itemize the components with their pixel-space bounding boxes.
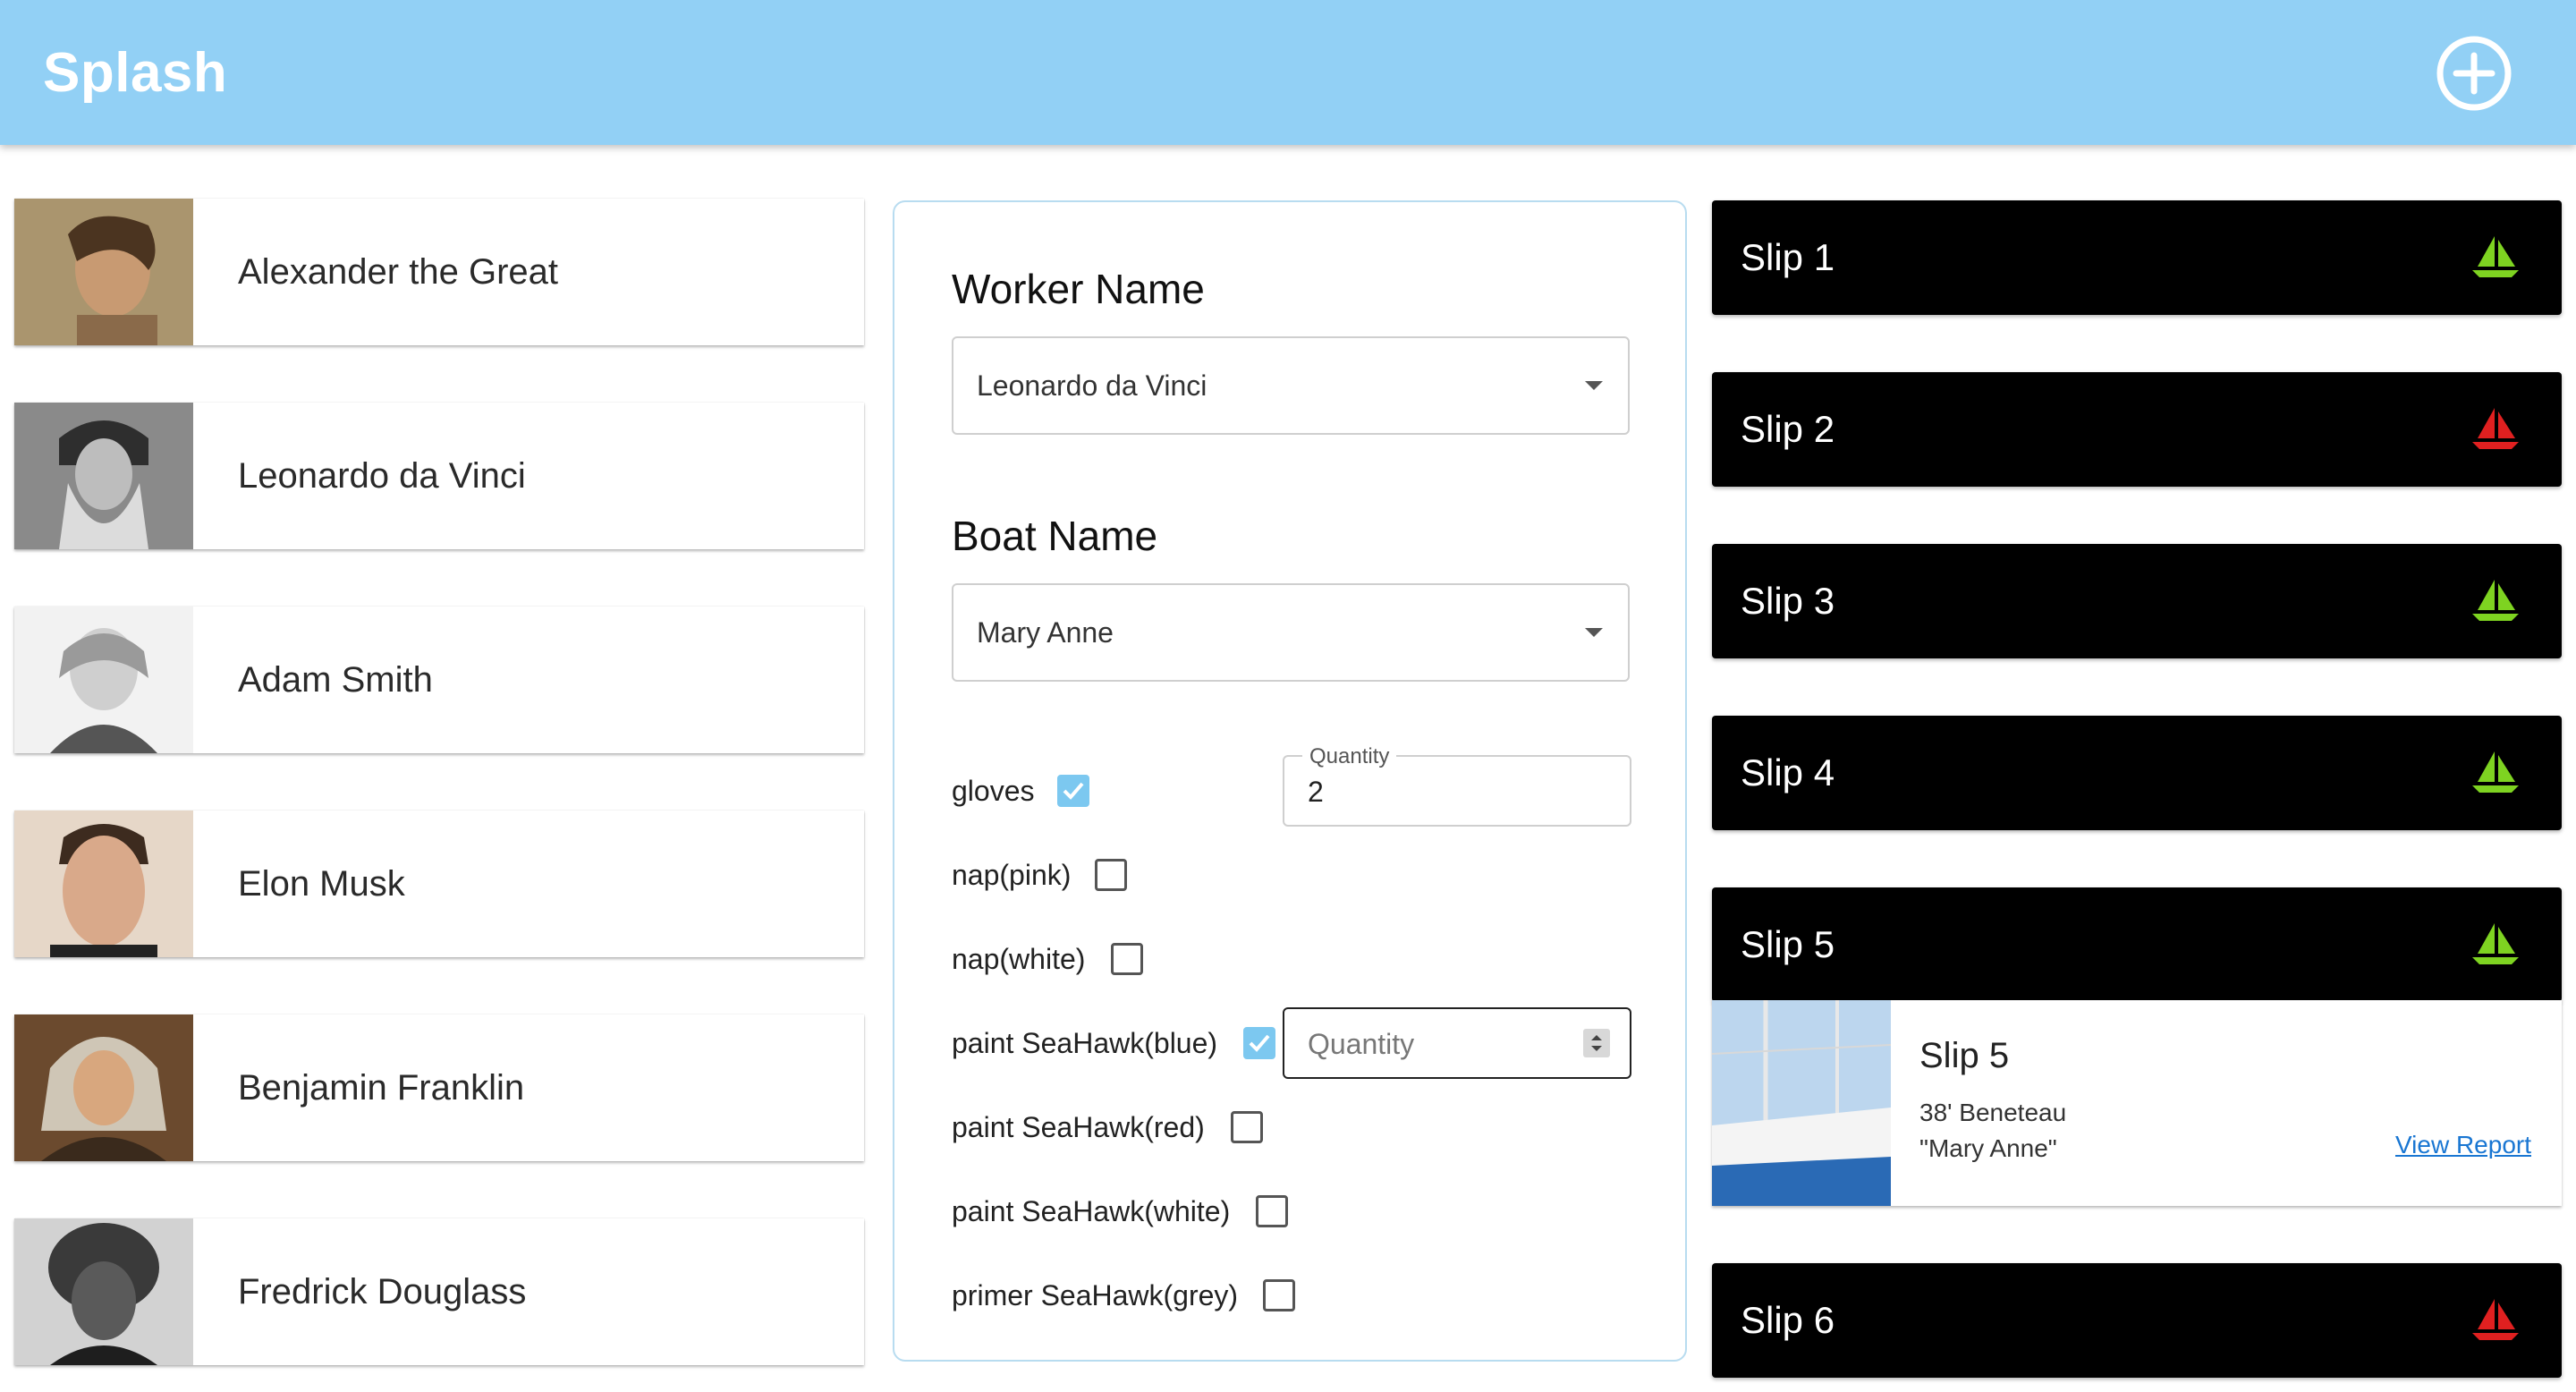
supply-label: primer SeaHawk(grey)	[952, 1279, 1239, 1311]
slip-detail-card: Slip 5 38' Beneteau "Mary Anne" View Rep…	[1712, 1000, 2562, 1206]
sailboat-icon	[2472, 408, 2519, 449]
view-report-link[interactable]: View Report	[2395, 1131, 2531, 1159]
app-title: Splash	[43, 42, 228, 104]
supply-checkbox[interactable]	[1256, 1195, 1288, 1227]
sailboat-icon	[2472, 751, 2519, 793]
slip-card[interactable]: Slip 5	[1712, 887, 2562, 1002]
boat-photo	[1712, 1000, 1891, 1206]
slip-card[interactable]: Slip 3	[1712, 544, 2562, 658]
supply-checkbox[interactable]	[1111, 943, 1143, 975]
supply-checkbox[interactable]	[1243, 1027, 1275, 1059]
worker-card[interactable]: Elon Musk	[14, 811, 864, 957]
supply-label: gloves	[952, 775, 1035, 807]
slip-card[interactable]: Slip 2	[1712, 372, 2562, 487]
slip-card[interactable]: Slip 6	[1712, 1263, 2562, 1378]
blue-paint-quantity-field[interactable]: Quantity	[1283, 1007, 1631, 1079]
stepper-arrows-icon	[1591, 1035, 1602, 1051]
worker-portrait	[14, 1218, 193, 1365]
boat-description: 38' Beneteau	[1919, 1099, 2067, 1126]
chevron-down-icon	[1585, 381, 1603, 390]
supply-label: paint SeaHawk(blue)	[952, 1027, 1218, 1059]
boat-name-label: Boat Name	[952, 513, 1158, 559]
app-bar: Splash	[0, 0, 2576, 145]
worker-name-select[interactable]: Leonardo da Vinci	[952, 336, 1630, 435]
supply-checkbox[interactable]	[1231, 1111, 1263, 1143]
quantity-placeholder: Quantity	[1308, 1028, 1415, 1060]
worker-name: Alexander the Great	[238, 252, 558, 292]
supply-checkbox[interactable]	[1057, 775, 1089, 807]
sailboat-icon	[2472, 580, 2519, 621]
worker-portrait	[14, 1014, 193, 1161]
check-icon	[1249, 1034, 1270, 1052]
gloves-quantity-field[interactable]: Quantity 2	[1283, 744, 1631, 827]
worker-card[interactable]: Fredrick Douglass	[14, 1218, 864, 1365]
supply-label: nap(pink)	[952, 859, 1072, 891]
worker-card[interactable]: Adam Smith	[14, 607, 864, 753]
supply-checkbox[interactable]	[1263, 1279, 1295, 1311]
slip-title: Slip 1	[1741, 236, 1835, 278]
sailboat-icon	[2472, 236, 2519, 277]
slip-title: Slip 3	[1741, 580, 1835, 622]
add-button[interactable]	[2435, 34, 2513, 113]
sailboat-icon	[2472, 1299, 2519, 1340]
slip-card[interactable]: Slip 4	[1712, 716, 2562, 830]
worker-portrait	[14, 607, 193, 753]
worker-card[interactable]: Alexander the Great	[14, 199, 864, 345]
worker-portrait	[14, 811, 193, 957]
quantity-stepper[interactable]	[1583, 1029, 1610, 1057]
worker-name-value: Leonardo da Vinci	[977, 369, 1208, 402]
worker-name: Benjamin Franklin	[238, 1068, 525, 1108]
work-order-form: Worker Name Leonardo da Vinci Boat Name …	[893, 200, 1687, 1362]
sailboat-icon	[2472, 923, 2519, 964]
check-icon	[1063, 782, 1084, 800]
worker-card[interactable]: Leonardo da Vinci	[14, 403, 864, 549]
worker-portrait	[14, 199, 193, 345]
supply-label: nap(white)	[952, 943, 1086, 975]
worker-name: Elon Musk	[238, 864, 405, 904]
worker-name: Fredrick Douglass	[238, 1272, 527, 1311]
slip-title: Slip 4	[1741, 751, 1835, 794]
worker-name: Adam Smith	[238, 660, 433, 700]
slip-detail-title: Slip 5	[1919, 1036, 2010, 1075]
slip-title: Slip 2	[1741, 408, 1835, 450]
slip-title: Slip 5	[1741, 923, 1835, 965]
worker-card[interactable]: Benjamin Franklin	[14, 1014, 864, 1161]
slip-card[interactable]: Slip 1	[1712, 200, 2562, 315]
worker-portrait	[14, 403, 193, 549]
worker-name-label: Worker Name	[952, 266, 1205, 312]
boat-name-select[interactable]: Mary Anne	[952, 583, 1630, 682]
supply-label: paint SeaHawk(white)	[952, 1195, 1231, 1227]
worker-name: Leonardo da Vinci	[238, 456, 526, 496]
boat-name-value: Mary Anne	[977, 616, 1114, 649]
supply-label: paint SeaHawk(red)	[952, 1111, 1205, 1143]
supply-checkbox[interactable]	[1095, 859, 1127, 891]
quantity-value: 2	[1308, 776, 1324, 808]
plus-circle-icon	[2436, 36, 2512, 111]
chevron-down-icon	[1585, 628, 1603, 637]
boat-name: "Mary Anne"	[1919, 1134, 2057, 1162]
slip-title: Slip 6	[1741, 1299, 1835, 1341]
